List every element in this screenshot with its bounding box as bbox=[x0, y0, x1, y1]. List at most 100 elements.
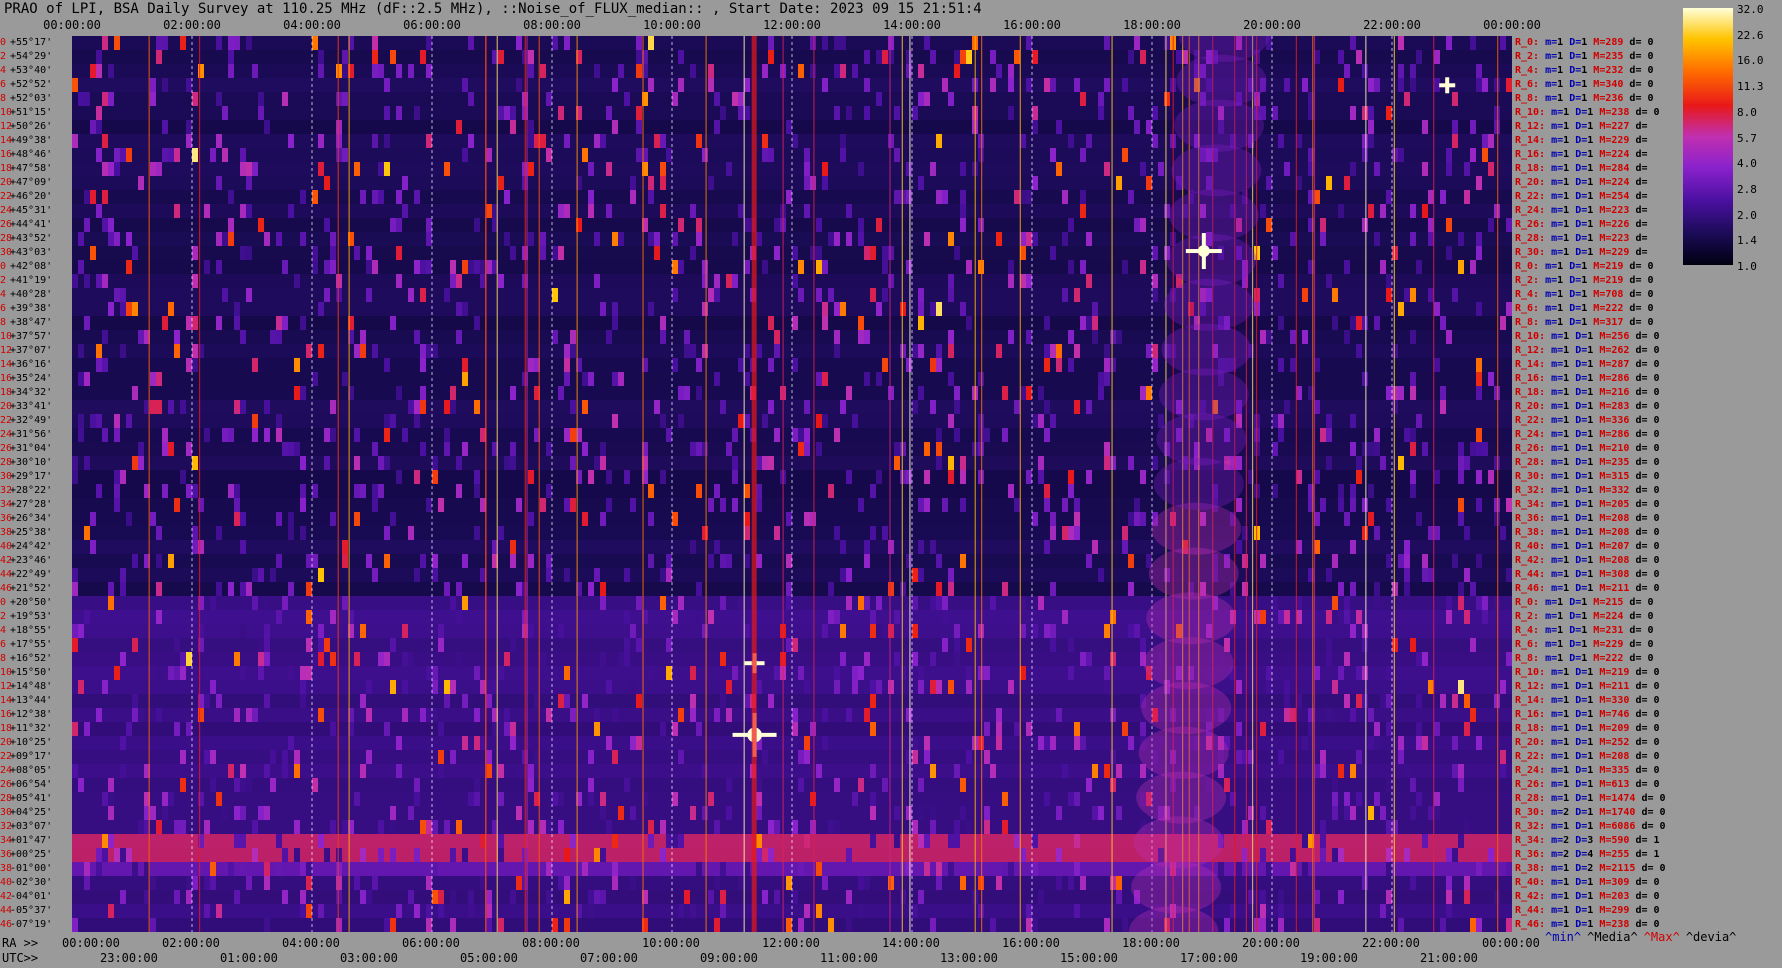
dec-value: +45°31' bbox=[10, 205, 53, 216]
heatmap-cell bbox=[1362, 64, 1368, 78]
heatmap-cell bbox=[432, 666, 438, 680]
heatmap-cell bbox=[1446, 848, 1452, 862]
row-stat-part: 289 bbox=[1605, 37, 1624, 48]
heatmap-cell bbox=[156, 582, 162, 596]
heatmap-cell bbox=[462, 694, 468, 708]
row-stat-part: d= 0 bbox=[1629, 359, 1660, 370]
heatmap-cell bbox=[192, 484, 198, 498]
heatmap-cell bbox=[708, 78, 714, 92]
heatmap-cell bbox=[684, 890, 690, 904]
heatmap-cell bbox=[1362, 624, 1368, 638]
heatmap-cell bbox=[600, 134, 606, 148]
heatmap-cell bbox=[1452, 120, 1458, 134]
heatmap-cell bbox=[180, 470, 186, 484]
heatmap-cell bbox=[1302, 78, 1308, 92]
heatmap-cell bbox=[258, 218, 264, 232]
heatmap-cell bbox=[900, 890, 906, 904]
heatmap-cell bbox=[960, 50, 966, 64]
heatmap-cell bbox=[222, 288, 228, 302]
heatmap-cell bbox=[900, 582, 906, 596]
dec-row-index: 26 bbox=[0, 779, 13, 790]
colorbar-tick-label: 32.0 bbox=[1737, 3, 1764, 16]
heatmap-cell bbox=[816, 218, 822, 232]
row-stat: R_14: m=1 D=1 M=287 d= 0 bbox=[1515, 360, 1660, 370]
heatmap-cell bbox=[294, 274, 300, 288]
heatmap-cell bbox=[426, 498, 432, 512]
row-stat-part: d= 0 bbox=[1623, 37, 1654, 48]
dec-row-index: 10 bbox=[0, 331, 13, 342]
heatmap-cell bbox=[90, 246, 96, 260]
row-stat-part: M= bbox=[1587, 597, 1606, 608]
heatmap-cell bbox=[678, 50, 684, 64]
heatmap-cell bbox=[828, 484, 834, 498]
heatmap-cell bbox=[396, 736, 402, 750]
heatmap-cell bbox=[330, 232, 336, 246]
heatmap-cell bbox=[1458, 260, 1464, 274]
heatmap-cell bbox=[936, 456, 942, 470]
heatmap-cell bbox=[1326, 274, 1332, 288]
heatmap-cell bbox=[900, 470, 906, 484]
heatmap-cell bbox=[726, 162, 732, 176]
heatmap-cell bbox=[192, 344, 198, 358]
dec-value: +42°08' bbox=[10, 261, 53, 272]
heatmap-cell bbox=[180, 652, 186, 666]
heatmap-cell bbox=[186, 652, 192, 666]
heatmap-cell bbox=[240, 400, 246, 414]
heatmap-cell bbox=[1326, 610, 1332, 624]
row-stat: R_26: m=1 D=1 M=226 d= bbox=[1515, 220, 1647, 230]
heatmap-cell bbox=[1332, 680, 1338, 694]
heatmap-cell bbox=[372, 64, 378, 78]
heatmap-cell bbox=[156, 400, 162, 414]
heatmap-cell bbox=[792, 722, 798, 736]
heatmap-cell bbox=[234, 498, 240, 512]
heatmap-cell bbox=[1326, 414, 1332, 428]
heatmap-cell bbox=[804, 400, 810, 414]
row-stat-part: M= bbox=[1587, 625, 1606, 636]
heatmap-cell bbox=[768, 358, 774, 372]
heatmap-cell bbox=[1464, 890, 1470, 904]
heatmap-cell bbox=[408, 64, 414, 78]
row-stat-part: m= bbox=[1545, 443, 1564, 454]
row-stat: R_2: m=1 D=1 M=219 d= 0 bbox=[1515, 276, 1654, 286]
dec-value: +48°46' bbox=[10, 149, 53, 160]
heatmap-cell bbox=[276, 232, 282, 246]
heatmap-cell bbox=[1344, 652, 1350, 666]
row-stat-part: 262 bbox=[1611, 345, 1630, 356]
row-stat: R_4: m=1 D=1 M=232 d= 0 bbox=[1515, 66, 1654, 76]
heatmap-cell bbox=[666, 148, 672, 162]
row-stat-part: d= 0 bbox=[1629, 737, 1660, 748]
row-stat-part: D= bbox=[1569, 457, 1588, 468]
heatmap-cell bbox=[618, 806, 624, 820]
heatmap-cell bbox=[984, 806, 990, 820]
heatmap-cell bbox=[816, 414, 822, 428]
heatmap-cell bbox=[546, 148, 552, 162]
interference-streak bbox=[1312, 36, 1314, 932]
heatmap-cell bbox=[102, 134, 108, 148]
heatmap-cell bbox=[744, 78, 750, 92]
heatmap-cell bbox=[1008, 274, 1014, 288]
dec-value: +49°38' bbox=[10, 135, 53, 146]
heatmap-cell bbox=[1488, 134, 1494, 148]
heatmap-cell bbox=[126, 512, 132, 526]
row-stat-part: 211 bbox=[1611, 681, 1630, 692]
heatmap-cell bbox=[372, 134, 378, 148]
heatmap-cell bbox=[1476, 596, 1482, 610]
heatmap-cell bbox=[168, 792, 174, 806]
row-stat: R_42: m=1 D=1 M=208 d= 0 bbox=[1515, 556, 1660, 566]
heatmap-cell bbox=[240, 834, 246, 848]
row-stat: R_24: m=1 D=1 M=223 d= bbox=[1515, 206, 1647, 216]
heatmap-cell bbox=[186, 120, 192, 134]
heatmap-cell bbox=[1440, 316, 1446, 330]
heatmap-cell bbox=[1410, 806, 1416, 820]
heatmap-cell bbox=[72, 568, 78, 582]
heatmap-cell bbox=[1284, 694, 1290, 708]
heatmap-cell bbox=[726, 274, 732, 288]
heatmap-cell bbox=[504, 652, 510, 666]
heatmap-cell bbox=[396, 190, 402, 204]
heatmap-cell bbox=[252, 708, 258, 722]
utc-tick-label: 17:00:00 bbox=[1180, 951, 1238, 965]
heatmap-cell bbox=[282, 750, 288, 764]
heatmap-cell bbox=[90, 540, 96, 554]
heatmap-cell bbox=[978, 624, 984, 638]
row-stat-part: 330 bbox=[1611, 695, 1630, 706]
